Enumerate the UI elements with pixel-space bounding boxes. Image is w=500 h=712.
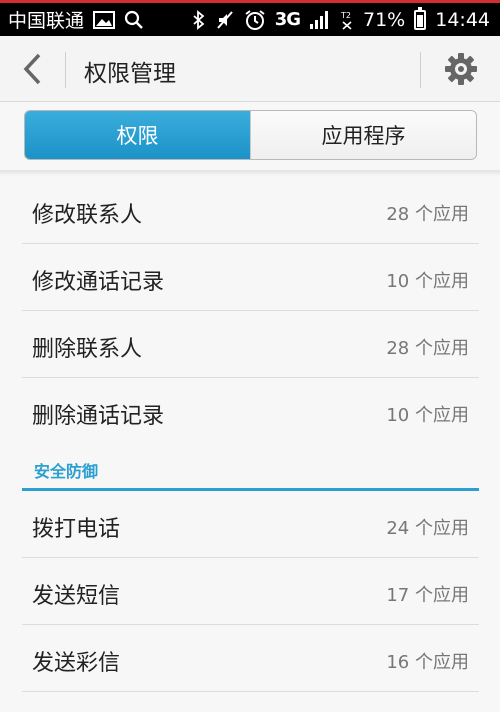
svg-text:T2: T2 [340, 11, 351, 20]
settings-button[interactable] [440, 48, 482, 90]
clock: 14:44 [435, 8, 490, 31]
tab-applications[interactable]: 应用程序 [250, 111, 476, 159]
carrier-name: 中国联通 [8, 10, 85, 32]
status-bar-right: 3G T2 71% 14:44 [192, 6, 490, 31]
list-item-label: 删除联系人 [32, 337, 143, 362]
signal-icon [309, 10, 331, 30]
list-top-shadow [0, 170, 500, 176]
list-item-count: 10 个应用 [386, 405, 469, 426]
battery-percent: 71% [363, 8, 406, 31]
chevron-left-icon [23, 53, 41, 85]
tab-permissions[interactable]: 权限 [25, 111, 250, 159]
back-button[interactable] [14, 49, 50, 89]
list-item-count: 28 个应用 [386, 338, 469, 359]
list-item[interactable]: 删除通话记录 10 个应用 [22, 378, 479, 445]
list-item-count: 28 个应用 [386, 204, 469, 225]
action-bar: 权限管理 [0, 36, 500, 102]
bluetooth-icon [192, 9, 206, 30]
list-item[interactable]: 拨打电话 24 个应用 [22, 491, 479, 558]
image-icon [93, 10, 116, 29]
list-item-count: 24 个应用 [386, 518, 469, 539]
list-item[interactable]: 发送短信 17 个应用 [22, 558, 479, 625]
section-header: 安全防御 [22, 446, 479, 491]
divider [65, 52, 66, 88]
tab-bar: 权限 应用程序 [24, 110, 477, 160]
list-item[interactable]: 修改联系人 28 个应用 [22, 177, 479, 244]
divider [420, 52, 421, 88]
list-item-count: 17 个应用 [386, 585, 469, 606]
list-item-label: 删除通话记录 [32, 404, 165, 429]
list-item[interactable]: 删除联系人 28 个应用 [22, 311, 479, 378]
list-item[interactable]: 修改通话记录 10 个应用 [22, 244, 479, 311]
status-bar-left: 中国联通 [8, 6, 144, 33]
battery-icon [414, 6, 427, 30]
list-item-label: 发送彩信 [32, 651, 121, 676]
page-title: 权限管理 [84, 61, 176, 87]
list-item-label: 修改联系人 [32, 203, 143, 228]
network-type: 3G [274, 9, 301, 30]
signal-icon-sim2: T2 [340, 10, 354, 30]
section-title: 安全防御 [34, 462, 99, 481]
list-item-count: 10 个应用 [386, 271, 469, 292]
list-item-count: 16 个应用 [386, 652, 469, 673]
list-item[interactable]: 发送彩信 16 个应用 [22, 625, 479, 692]
list-item-label: 发送短信 [32, 584, 121, 609]
status-bar: 中国联通 3G T2 71% 14:44 [0, 0, 500, 36]
list-item-label: 修改通话记录 [32, 270, 165, 295]
mute-icon [215, 10, 235, 30]
list-item-label: 拨打电话 [32, 517, 121, 542]
search-icon [124, 10, 144, 30]
gear-icon [445, 53, 477, 85]
alarm-icon [244, 9, 266, 31]
